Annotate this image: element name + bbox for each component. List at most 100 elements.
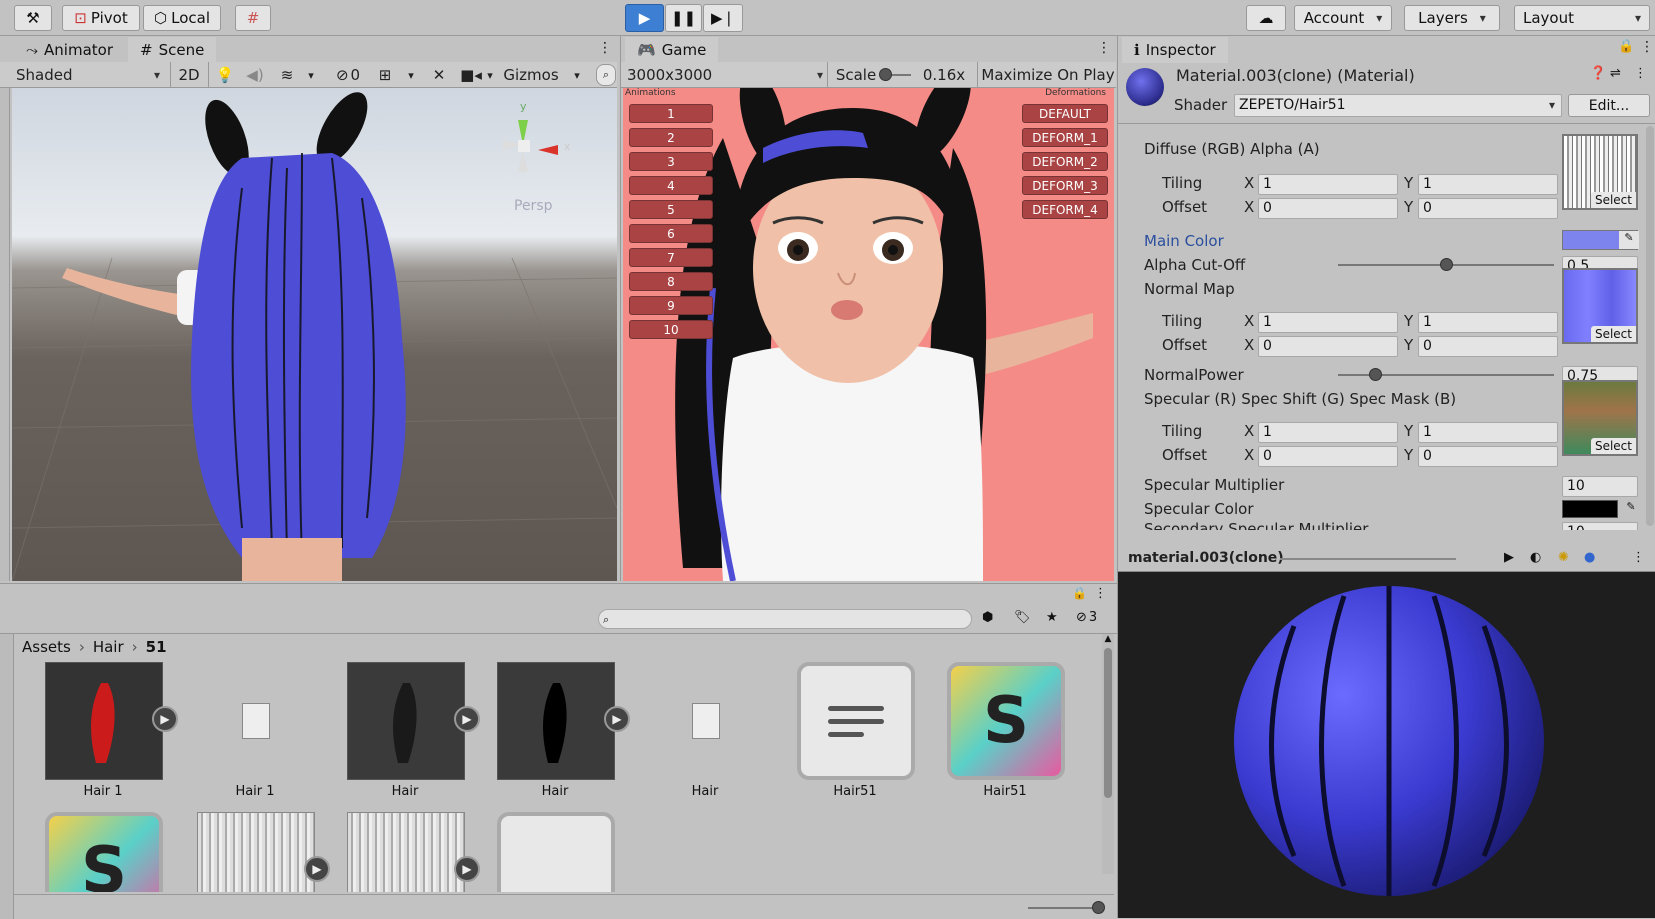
spec-offset-x[interactable]: 0 (1258, 446, 1398, 467)
thumbnail-size-knob[interactable] (1092, 901, 1105, 914)
normal-select-button[interactable]: Select (1590, 326, 1636, 342)
normal-power-knob[interactable] (1368, 368, 1382, 381)
deform-4-button[interactable]: DEFORM_4 (1022, 200, 1108, 219)
project-scroll-up-icon[interactable]: ▲ (1102, 634, 1114, 644)
layers-dropdown[interactable]: Layers (1404, 5, 1500, 31)
effects-dropdown-icon[interactable]: ▾ (304, 64, 318, 86)
animation-button-8[interactable]: 8 (629, 272, 713, 291)
scene-search-icon[interactable]: ⌕ (596, 64, 616, 86)
project-search-input[interactable]: ⌕ (598, 609, 972, 629)
specular-select-button[interactable]: Select (1590, 438, 1636, 454)
local-button[interactable]: ⬡ Local (143, 5, 221, 31)
spec-tiling-x[interactable]: 1 (1258, 422, 1398, 443)
deform-3-button[interactable]: DEFORM_3 (1022, 176, 1108, 195)
asset-item[interactable]: Hair (620, 662, 760, 812)
camera-icon[interactable]: ■◂ (460, 64, 482, 86)
tools-button[interactable]: ⚒ (14, 5, 52, 31)
diffuse-tiling-x[interactable]: 1 (1258, 174, 1398, 195)
project-scrollbar[interactable]: ▲ (1102, 634, 1114, 874)
preview-shape-icon[interactable]: ◐ (1530, 550, 1541, 565)
grid-dropdown-icon[interactable]: ▾ (404, 64, 418, 86)
thumbnail-size-track[interactable] (1028, 907, 1100, 909)
preview-sphere[interactable] (1234, 586, 1544, 896)
filter-label-icon[interactable]: 🏷 (1014, 610, 1031, 625)
audio-icon[interactable]: ◀) (244, 64, 266, 86)
normal-map-thumb[interactable]: Select (1562, 268, 1638, 344)
favorite-icon[interactable]: ★ (1046, 610, 1058, 625)
effects-icon[interactable]: ≋ (276, 64, 298, 86)
normal-offset-x[interactable]: 0 (1258, 336, 1398, 357)
asset-item-partial[interactable]: ▶ (170, 812, 330, 892)
spec-eyedropper-icon[interactable]: ✎ (1622, 500, 1640, 518)
account-dropdown[interactable]: Account (1294, 5, 1392, 31)
animation-button-6[interactable]: 6 (629, 224, 713, 243)
preview-play-icon[interactable]: ▶ (1504, 550, 1514, 565)
resolution-dropdown[interactable]: 3000x3000 (627, 64, 823, 86)
animation-button-5[interactable]: 5 (629, 200, 713, 219)
shader-dropdown[interactable]: ZEPETO/Hair51 (1234, 94, 1562, 117)
layout-dropdown[interactable]: Layout (1514, 5, 1650, 31)
scene-menu-icon[interactable]: ⋮ (598, 40, 612, 56)
step-button[interactable]: ▶❘ (703, 4, 743, 32)
edit-shader-button[interactable]: Edit... (1568, 94, 1650, 117)
hidden-objects-icon[interactable]: ⊘ 0 (328, 64, 368, 86)
play-button[interactable]: ▶ (625, 4, 664, 32)
deform-default-button[interactable]: DEFAULT (1022, 104, 1108, 123)
asset-item[interactable]: S Hair51 (920, 662, 1065, 812)
animation-button-10[interactable]: 10 (629, 320, 713, 339)
animation-button-2[interactable]: 2 (629, 128, 713, 147)
eyedropper-icon[interactable]: ✎ (1619, 231, 1639, 249)
tools-overlay-icon[interactable]: ✕ (428, 64, 450, 86)
asset-item[interactable]: Hair 1 (170, 662, 310, 812)
breadcrumb-51[interactable]: 51 (146, 638, 167, 656)
spec-tiling-y[interactable]: 1 (1418, 422, 1558, 443)
deform-2-button[interactable]: DEFORM_2 (1022, 152, 1108, 171)
specular-texture-thumb[interactable]: Select (1562, 380, 1638, 456)
scale-slider-knob[interactable] (879, 68, 892, 81)
maximize-on-play-toggle[interactable]: Maximize On Play (981, 64, 1115, 86)
scene-viewport[interactable]: y x Persp (12, 88, 617, 581)
tab-game[interactable]: 🎮 Game (625, 37, 719, 63)
asset-item-partial[interactable]: ▶ (320, 812, 480, 892)
project-scroll-thumb[interactable] (1104, 648, 1112, 798)
asset-item[interactable]: ▶ Hair (470, 662, 630, 812)
mode-2d-button[interactable]: 2D (174, 64, 204, 86)
tab-scene[interactable]: # Scene (128, 37, 217, 63)
diffuse-offset-x[interactable]: 0 (1258, 198, 1398, 219)
grid-icon[interactable]: ⊞ (374, 64, 396, 86)
asset-item[interactable]: ▶ Hair (320, 662, 480, 812)
spec-color-swatch[interactable] (1562, 500, 1618, 518)
spec-offset-y[interactable]: 0 (1418, 446, 1558, 467)
preview-light-icon[interactable]: ✺ (1558, 550, 1569, 565)
preview-options-icon[interactable]: ⋮ (1632, 550, 1645, 565)
orientation-gizmo[interactable]: y x (498, 100, 578, 180)
diffuse-tiling-y[interactable]: 1 (1418, 174, 1558, 195)
secondary-spec-value[interactable]: 10 (1562, 522, 1638, 530)
normal-tiling-x[interactable]: 1 (1258, 312, 1398, 333)
material-menu-icon[interactable]: ⋮ (1634, 66, 1647, 81)
lighting-icon[interactable]: 💡 (214, 64, 236, 86)
inspector-scrollbar[interactable] (1646, 126, 1654, 526)
gizmos-dropdown-icon[interactable]: ▾ (570, 64, 584, 86)
asset-item[interactable]: Hair51 (770, 662, 915, 812)
tab-inspector[interactable]: ℹ Inspector (1122, 37, 1228, 63)
lock-icon[interactable]: 🔒 (1618, 39, 1634, 54)
cloud-button[interactable]: ☁ (1246, 5, 1286, 31)
animation-button-4[interactable]: 4 (629, 176, 713, 195)
tab-animator[interactable]: ⤳ Animator (14, 37, 125, 63)
presets-icon[interactable]: ⇌ (1610, 66, 1621, 81)
scene-scrollbar[interactable] (0, 88, 10, 581)
shading-dropdown[interactable]: Shaded (16, 64, 160, 86)
asset-item-partial[interactable]: S (18, 812, 163, 892)
animation-button-1[interactable]: 1 (629, 104, 713, 123)
normal-tiling-y[interactable]: 1 (1418, 312, 1558, 333)
asset-item-partial[interactable] (470, 812, 615, 892)
alpha-cutoff-knob[interactable] (1440, 258, 1453, 271)
animation-button-9[interactable]: 9 (629, 296, 713, 315)
deform-1-button[interactable]: DEFORM_1 (1022, 128, 1108, 147)
pivot-button[interactable]: ⊡ Pivot (62, 5, 140, 31)
game-menu-icon[interactable]: ⋮ (1097, 40, 1111, 56)
breadcrumb-hair[interactable]: Hair (93, 638, 124, 656)
main-color-swatch[interactable]: ✎ (1562, 230, 1639, 250)
pause-button[interactable]: ❚❚ (665, 4, 702, 32)
